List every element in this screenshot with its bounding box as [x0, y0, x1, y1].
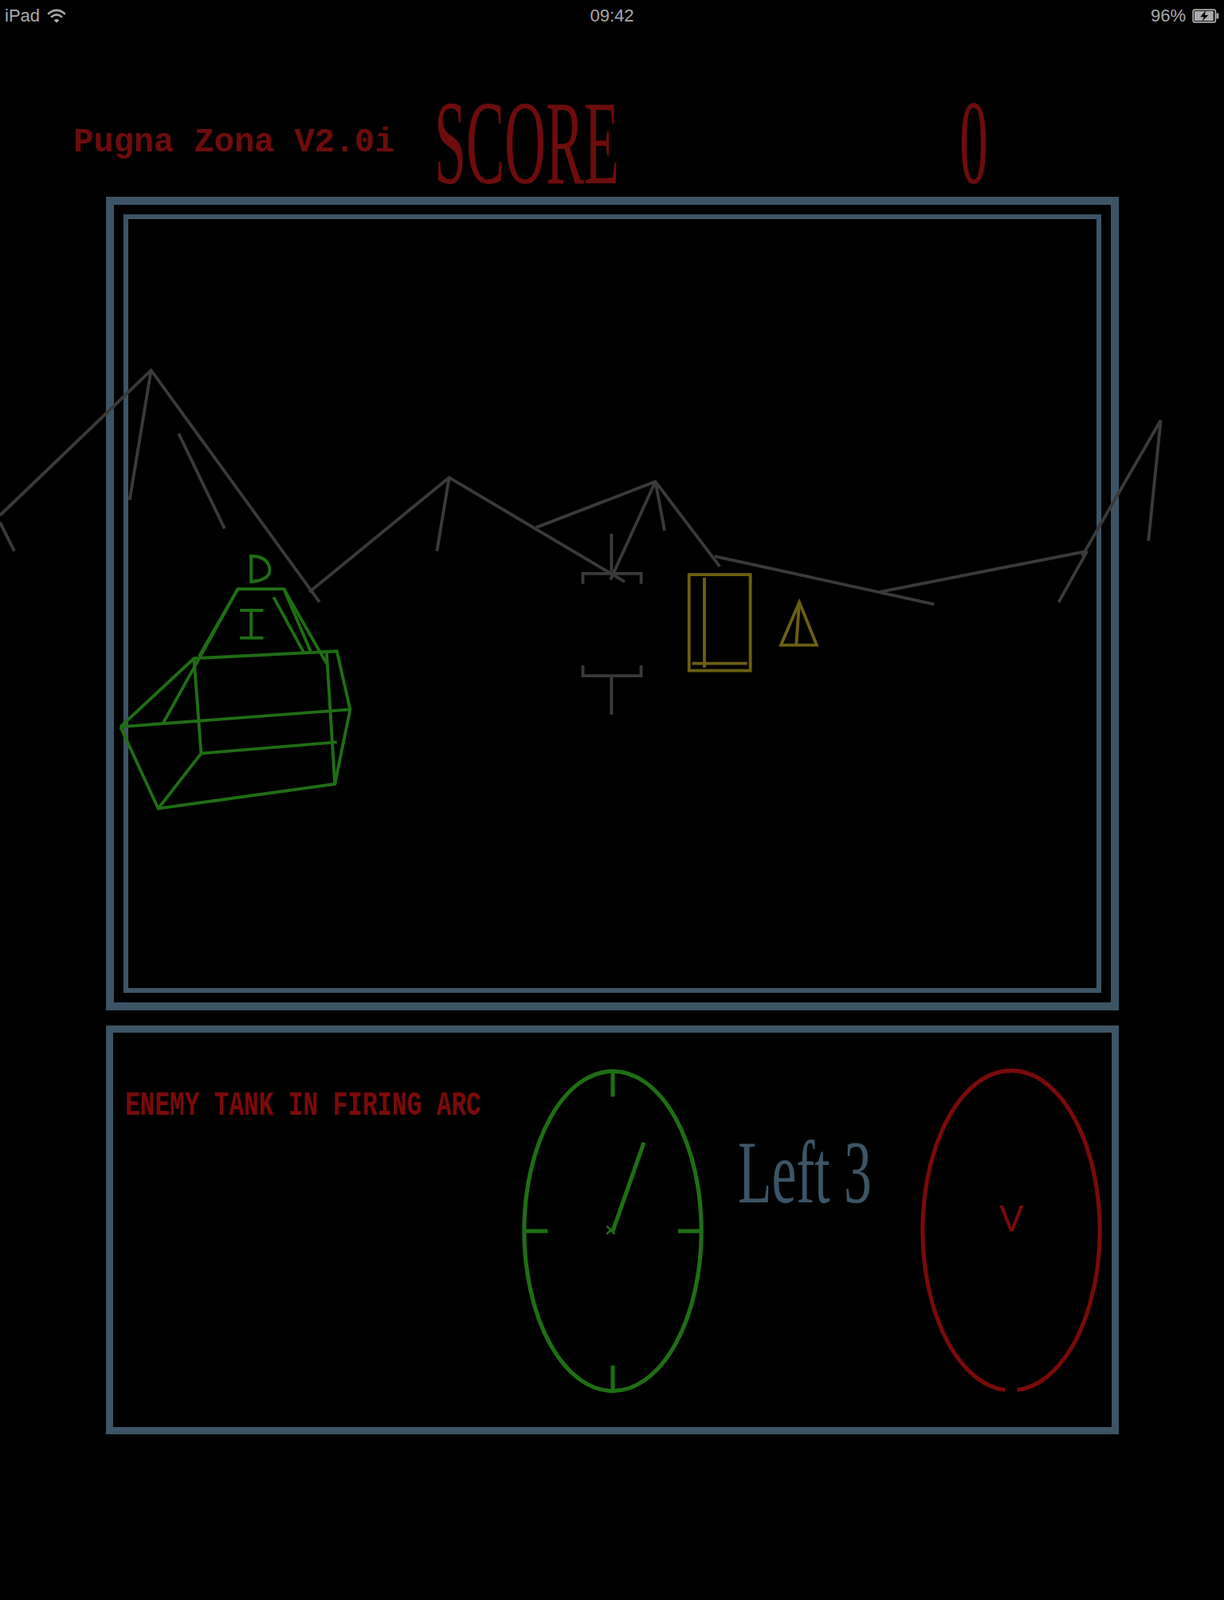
device-name: iPad [4, 5, 40, 27]
obstacle-block [689, 574, 751, 671]
compass-gauge [521, 1067, 705, 1395]
console-panel: ENEMY TANK IN FIRING ARC Left 3 V [105, 1025, 1119, 1435]
score-label: SCORE [434, 82, 620, 203]
battlefield-view[interactable] [123, 214, 1102, 993]
mountain-line [536, 481, 721, 566]
radar-marker: V [999, 1197, 1024, 1240]
mountain-line [1058, 551, 1087, 603]
wifi-icon [46, 7, 67, 24]
mountain-line [610, 481, 656, 580]
mountain-line [655, 481, 665, 531]
status-bar: iPad 09:42 96% [0, 0, 1224, 32]
mountain-line [879, 551, 1087, 593]
lives-left: Left 3 [737, 1123, 872, 1222]
mountain-line [1082, 419, 1162, 557]
clock: 09:42 [589, 5, 634, 27]
radar-gauge: V [919, 1067, 1103, 1395]
battle-scene [0, 357, 1224, 817]
game-screen: iPad09:4296%Pugna Zona V2.0iSCORE0ENEMY … [0, 0, 1224, 1600]
battlefield-frame [105, 196, 1119, 1011]
compass-needle [612, 1142, 644, 1232]
score-value: 0 [959, 82, 989, 203]
obstacle-pyramid [780, 602, 817, 646]
header: Pugna Zona V2.0iSCORE0 [0, 31, 1224, 197]
mountain-line [178, 433, 225, 529]
mountain-line [0, 370, 320, 603]
game-title: Pugna Zona V2.0i [73, 123, 435, 162]
enemy-tank [120, 556, 350, 809]
alert-message: ENEMY TANK IN FIRING ARC [125, 1086, 481, 1126]
battery-percent: 96% [1150, 5, 1186, 27]
mountain-line [129, 370, 152, 501]
mountain-line [714, 556, 934, 605]
mountain-line [309, 477, 625, 593]
mountain-line [0, 522, 15, 552]
battery-icon [1192, 8, 1220, 24]
charging-icon [1200, 10, 1209, 22]
crosshair [582, 533, 641, 715]
mountain-line [436, 477, 449, 551]
